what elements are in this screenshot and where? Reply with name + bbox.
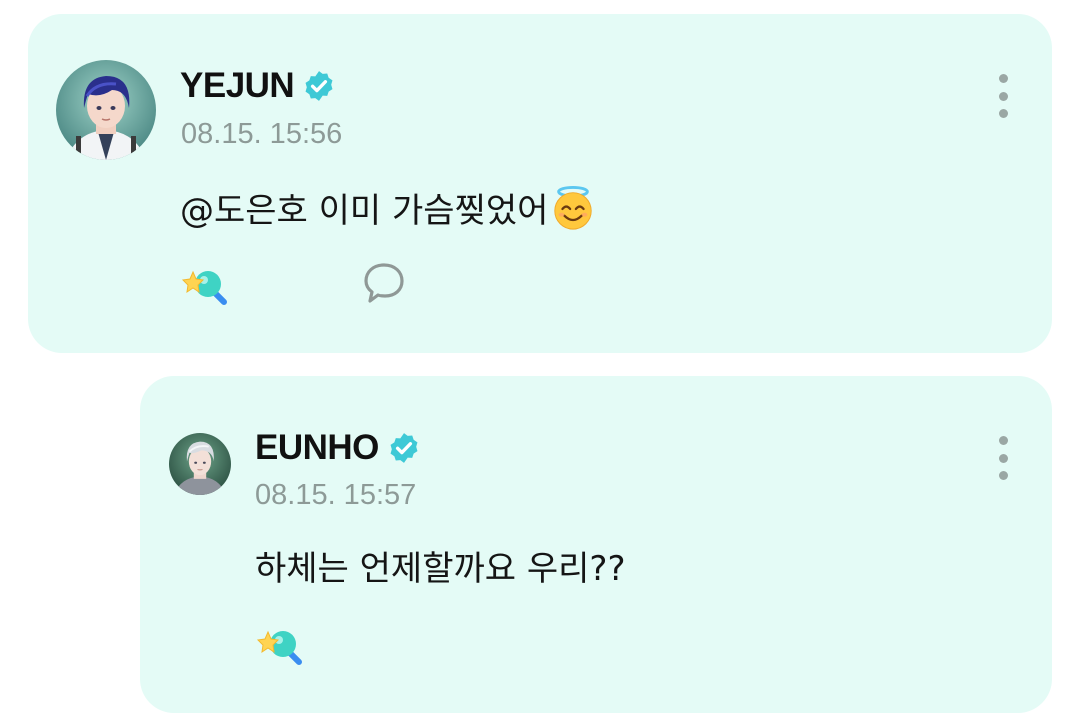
avatar-image: [56, 60, 156, 160]
more-vertical-icon: [998, 436, 1008, 445]
post-author-row: YEJUN: [180, 66, 336, 106]
more-vertical-icon: [998, 74, 1008, 83]
comment-button[interactable]: [361, 261, 407, 305]
post-message: @도은호 이미 가슴찢었어: [180, 183, 596, 232]
reply-card: EUNHO 08.15. 15:57 하체는 언제할까요 우리??: [140, 376, 1052, 713]
more-options-button[interactable]: [988, 428, 1018, 488]
comment-bubble-icon: [364, 263, 404, 303]
star-wand-reaction-icon: [256, 630, 302, 665]
reaction-button[interactable]: [180, 262, 232, 306]
star-wand-reaction-icon: [181, 270, 227, 305]
verified-badge-icon: [387, 431, 421, 465]
post-text: @도은호 이미 가슴찢었어: [180, 191, 549, 231]
avatar-yejun[interactable]: [56, 60, 156, 160]
avatar-eunho[interactable]: [169, 433, 231, 495]
post-card: YEJUN 08.15. 15:56 @도은호 이미 가슴찢었어: [28, 14, 1052, 353]
reply-message: 하체는 언제할까요 우리??: [255, 541, 626, 590]
verified-badge-icon: [302, 69, 336, 103]
reply-author-row: EUNHO: [255, 428, 421, 468]
reply-text: 하체는 언제할까요 우리??: [255, 549, 626, 589]
smiling-face-with-halo-icon: [550, 185, 596, 231]
reply-timestamp: 08.15. 15:57: [255, 479, 417, 511]
post-timestamp: 08.15. 15:56: [181, 118, 343, 150]
avatar-image: [169, 433, 231, 495]
username[interactable]: YEJUN: [180, 66, 295, 106]
more-options-button[interactable]: [988, 66, 1018, 126]
reaction-button[interactable]: [255, 622, 307, 666]
username[interactable]: EUNHO: [255, 428, 379, 468]
